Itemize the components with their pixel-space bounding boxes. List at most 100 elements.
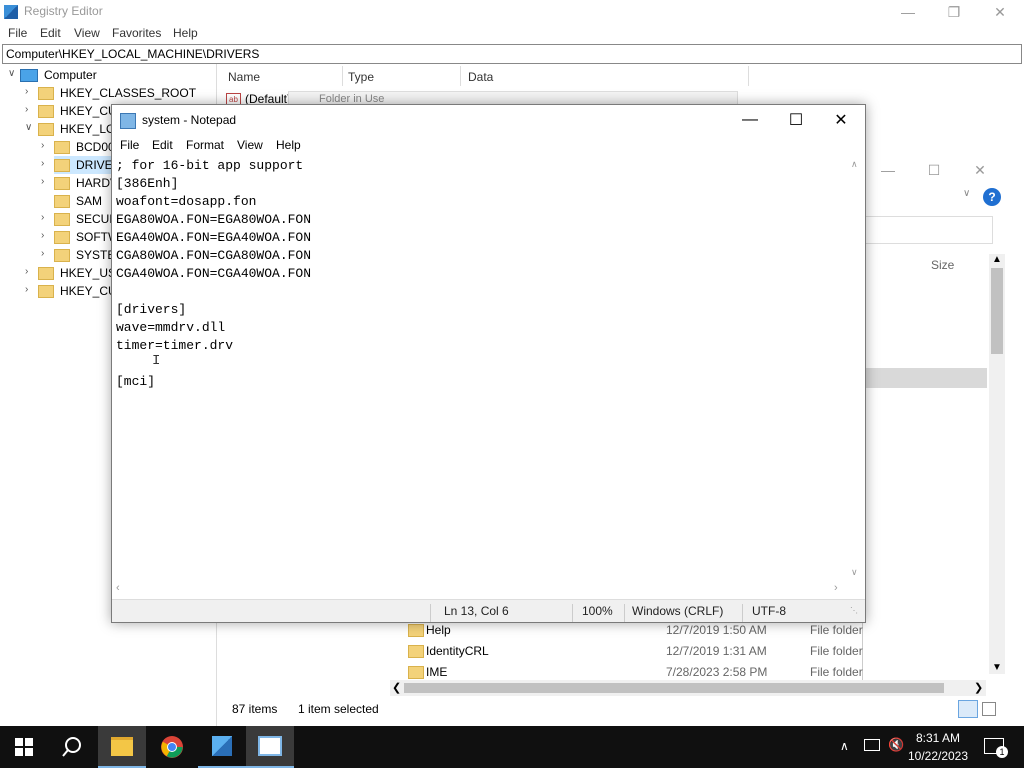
notepad-vertical-scrollbar[interactable]: ∧ ∨: [849, 157, 863, 581]
menu-help[interactable]: Help: [173, 26, 198, 40]
scrollbar-thumb[interactable]: [404, 683, 944, 693]
expand-chevron-icon[interactable]: ›: [25, 86, 28, 97]
explorer-close-button[interactable]: ✕: [957, 158, 1003, 182]
registry-menu-bar: File Edit View Favorites Help: [0, 24, 1024, 44]
expand-chevron-icon[interactable]: ›: [25, 266, 28, 277]
explorer-search-box[interactable]: [863, 216, 993, 244]
selected-row-highlight[interactable]: [863, 368, 987, 388]
expand-chevron-icon[interactable]: ›: [41, 176, 44, 187]
notepad-menu-file[interactable]: File: [120, 138, 139, 152]
expand-chevron-icon[interactable]: ›: [41, 230, 44, 241]
expand-chevron-icon[interactable]: ›: [41, 158, 44, 169]
explorer-maximize-button[interactable]: ☐: [911, 158, 957, 182]
clock-date[interactable]: 10/22/2023: [906, 749, 970, 763]
help-icon[interactable]: ?: [983, 188, 1001, 206]
folder-icon: [38, 122, 54, 136]
close-icon: ✕: [834, 112, 848, 129]
file-explorer-icon: [111, 736, 133, 756]
column-size[interactable]: Size: [931, 258, 954, 272]
clock-time[interactable]: 8:31 AM: [910, 731, 966, 745]
large-icons-view-icon[interactable]: [982, 702, 996, 716]
notepad-horizontal-scrollbar[interactable]: ‹ ›: [112, 581, 851, 597]
expand-chevron-icon[interactable]: ›: [41, 248, 44, 259]
explorer-vertical-scrollbar[interactable]: ▲ ▼: [989, 254, 1005, 674]
column-name[interactable]: Name: [228, 70, 260, 84]
scroll-down-icon[interactable]: ∨: [851, 567, 858, 578]
status-encoding: UTF-8: [752, 604, 786, 618]
notepad-menu-view[interactable]: View: [237, 138, 263, 152]
notepad-title: system - Notepad: [142, 113, 237, 127]
expand-chevron-icon[interactable]: ›: [25, 104, 28, 115]
file-row[interactable]: Help 12/7/2019 1:50 AM File folder: [408, 620, 868, 640]
column-divider[interactable]: [748, 66, 749, 86]
resize-grip-icon[interactable]: ⋱: [850, 606, 858, 615]
notepad-menu-format[interactable]: Format: [186, 138, 224, 152]
menu-file[interactable]: File: [8, 26, 27, 40]
file-row[interactable]: IME 7/28/2023 2:58 PM File folder: [408, 662, 868, 682]
column-type[interactable]: Type: [348, 70, 374, 84]
file-row[interactable]: IdentityCRL 12/7/2019 1:31 AM File folde…: [408, 641, 868, 661]
close-icon: ✕: [974, 161, 986, 178]
expand-chevron-icon[interactable]: ›: [25, 284, 28, 295]
explorer-horizontal-scrollbar[interactable]: ❮ ❯: [390, 680, 986, 696]
details-view-icon[interactable]: [958, 700, 978, 718]
folder-icon: [54, 140, 70, 154]
explorer-minimize-button[interactable]: —: [865, 158, 911, 182]
network-icon[interactable]: [864, 739, 880, 751]
collapse-chevron-icon[interactable]: ∨: [8, 68, 15, 79]
scroll-down-icon[interactable]: ▼: [992, 662, 1002, 673]
menu-edit[interactable]: Edit: [40, 26, 61, 40]
restore-icon: ❐: [947, 3, 961, 20]
notepad-text-area[interactable]: ; for 16-bit app support [386Enh] woafon…: [116, 157, 853, 581]
expand-chevron-icon[interactable]: ›: [41, 140, 44, 151]
minimize-button[interactable]: —: [885, 0, 931, 24]
collapse-chevron-icon[interactable]: ∨: [25, 122, 32, 133]
menu-favorites[interactable]: Favorites: [112, 26, 161, 40]
tree-hkey-classes-root[interactable]: HKEY_CLASSES_ROOT: [38, 84, 196, 102]
tray-chevron-icon[interactable]: ∧: [840, 739, 849, 753]
values-column-header: Name Type Data: [220, 66, 750, 86]
notepad-menu-help[interactable]: Help: [276, 138, 301, 152]
column-data[interactable]: Data: [468, 70, 493, 84]
expand-chevron-icon[interactable]: ›: [41, 212, 44, 223]
taskbar-regedit[interactable]: [198, 726, 246, 768]
folder-icon: [54, 158, 70, 172]
tree-hardware[interactable]: HARDV: [54, 174, 118, 192]
scroll-left-icon[interactable]: ‹: [116, 582, 120, 594]
menu-view[interactable]: View: [74, 26, 100, 40]
notepad-status-bar: Ln 13, Col 6 100% Windows (CRLF) UTF-8 ⋱: [112, 599, 865, 622]
restore-button[interactable]: ❐: [931, 0, 977, 24]
taskbar-chrome[interactable]: [148, 726, 196, 768]
scroll-right-icon[interactable]: ›: [834, 582, 838, 594]
tree-label: HKEY_CLASSES_ROOT: [60, 86, 197, 100]
scroll-right-icon[interactable]: ❯: [974, 681, 983, 694]
scroll-left-icon[interactable]: ❮: [392, 681, 401, 694]
column-divider[interactable]: [460, 66, 461, 86]
notepad-icon: [258, 736, 282, 756]
start-button[interactable]: [0, 726, 48, 768]
column-divider[interactable]: [342, 66, 343, 86]
folder-icon: [38, 86, 54, 100]
folder-icon: [54, 176, 70, 190]
scroll-up-icon[interactable]: ∧: [851, 159, 858, 170]
notepad-close-button[interactable]: ✕: [818, 105, 864, 135]
taskbar-notepad[interactable]: [246, 726, 294, 768]
address-bar[interactable]: Computer\HKEY_LOCAL_MACHINE\DRIVERS: [2, 44, 1022, 64]
tree-software[interactable]: SOFTW: [54, 228, 119, 246]
folder-icon: [408, 644, 424, 658]
notepad-menu-edit[interactable]: Edit: [152, 138, 173, 152]
scrollbar-thumb[interactable]: [991, 268, 1003, 354]
notepad-minimize-button[interactable]: —: [727, 105, 773, 135]
search-button[interactable]: [48, 726, 96, 768]
registry-status-bar: 87 items 1 item selected: [218, 698, 1024, 720]
scroll-up-icon[interactable]: ▲: [992, 254, 1002, 265]
folder-icon: [54, 212, 70, 226]
close-button[interactable]: ✕: [977, 0, 1023, 24]
taskbar-file-explorer[interactable]: [98, 726, 146, 768]
registry-title-bar[interactable]: Registry Editor — ❐ ✕: [0, 0, 1024, 24]
ribbon-expand-chevron-icon[interactable]: ∨: [963, 188, 970, 199]
volume-muted-icon[interactable]: 🔇: [888, 737, 904, 753]
notepad-maximize-button[interactable]: ☐: [773, 105, 819, 135]
tree-computer[interactable]: Computer: [20, 66, 97, 84]
tree-sam[interactable]: SAM: [54, 192, 102, 210]
